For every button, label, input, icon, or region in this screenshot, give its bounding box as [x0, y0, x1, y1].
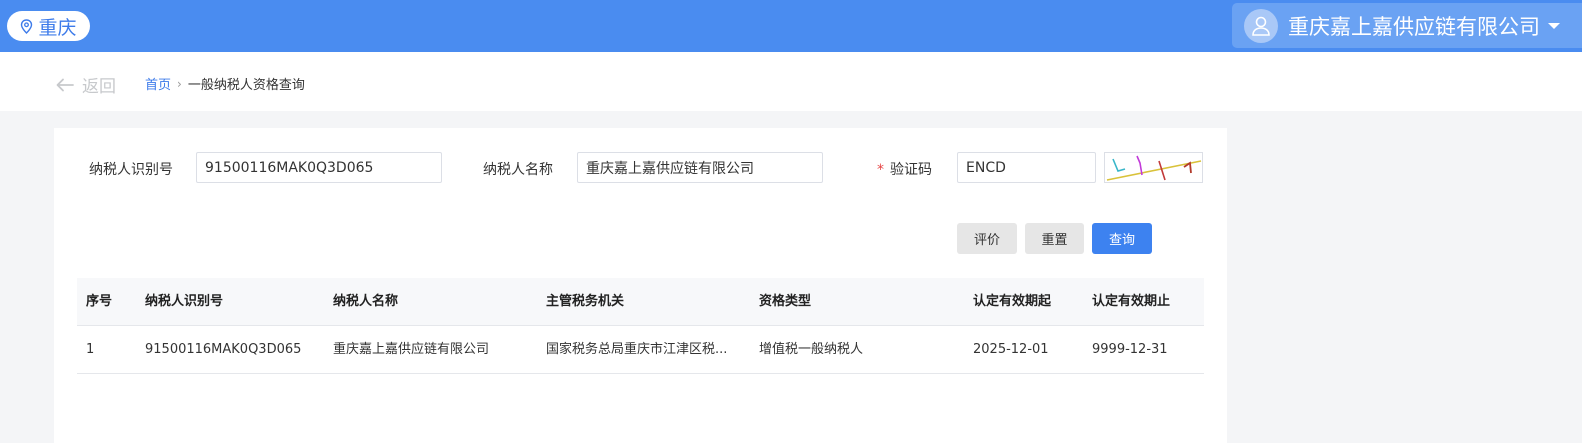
back-label: 返回: [82, 77, 116, 97]
required-mark: *: [877, 162, 884, 178]
captcha-noise-graphic: [1106, 155, 1202, 181]
location-pin-icon: [21, 18, 33, 34]
user-icon: [1252, 16, 1270, 36]
query-button[interactable]: 查询: [1092, 223, 1152, 254]
cell-tax-authority: 国家税务总局重庆市江津区税...: [546, 342, 728, 357]
column-header-taxpayer-id: 纳税人识别号: [145, 294, 224, 309]
query-card: 纳税人识别号 纳税人名称 * 验证码 评价 重置 查询 序号 纳税人识别号 纳税人…: [54, 128, 1227, 443]
chevron-down-icon[interactable]: [1548, 22, 1560, 29]
cell-valid-to: 9999-12-31: [1092, 342, 1168, 357]
taxpayer-id-label: 纳税人识别号: [89, 162, 173, 178]
taxpayer-id-input[interactable]: [196, 152, 442, 183]
city-selector[interactable]: 重庆: [7, 11, 90, 41]
reset-button[interactable]: 重置: [1025, 223, 1084, 254]
cell-qualification-type: 增值税一般纳税人: [759, 342, 864, 357]
breadcrumb-home-link[interactable]: 首页: [145, 74, 171, 93]
breadcrumb-bar: 返回 首页 › 一般纳税人资格查询: [0, 52, 1582, 111]
column-header-valid-from: 认定有效期起: [973, 294, 1052, 309]
taxpayer-name-label: 纳税人名称: [483, 162, 553, 178]
company-name: 重庆嘉上嘉供应链有限公司: [1288, 14, 1540, 39]
column-header-taxpayer-name: 纳税人名称: [333, 294, 399, 309]
top-header: 重庆 重庆嘉上嘉供应链有限公司: [0, 0, 1582, 52]
cell-taxpayer-id: 91500116MAK0Q3D065: [145, 342, 302, 357]
back-button[interactable]: 返回: [56, 72, 116, 97]
user-menu[interactable]: 重庆嘉上嘉供应链有限公司: [1232, 3, 1582, 48]
breadcrumb-current: 一般纳税人资格查询: [187, 78, 305, 93]
cell-index: 1: [86, 342, 95, 357]
column-header-qualification-type: 资格类型: [759, 294, 812, 309]
captcha-image[interactable]: [1104, 152, 1203, 183]
column-header-index: 序号: [86, 294, 113, 309]
captcha-label-wrap: * 验证码: [877, 159, 932, 179]
evaluate-button[interactable]: 评价: [957, 223, 1017, 254]
city-name: 重庆: [38, 16, 77, 39]
column-header-tax-authority: 主管税务机关: [546, 294, 625, 309]
column-header-valid-to: 认定有效期止: [1092, 294, 1171, 309]
avatar: [1244, 8, 1278, 43]
captcha-input[interactable]: [957, 152, 1096, 183]
taxpayer-name-input[interactable]: [577, 152, 823, 183]
table-row[interactable]: 1 91500116MAK0Q3D065 重庆嘉上嘉供应链有限公司 国家税务总局…: [77, 326, 1204, 374]
cell-taxpayer-name: 重庆嘉上嘉供应链有限公司: [333, 342, 490, 357]
arrow-left-icon: [56, 78, 74, 91]
cell-valid-from: 2025-12-01: [973, 342, 1049, 357]
breadcrumb: 首页 › 一般纳税人资格查询: [145, 74, 305, 94]
breadcrumb-separator: ›: [177, 76, 182, 91]
table-header: 序号 纳税人识别号 纳税人名称 主管税务机关 资格类型 认定有效期起 认定有效期…: [77, 278, 1204, 326]
results-table: 序号 纳税人识别号 纳税人名称 主管税务机关 资格类型 认定有效期起 认定有效期…: [77, 278, 1204, 374]
captcha-label: 验证码: [890, 162, 932, 178]
